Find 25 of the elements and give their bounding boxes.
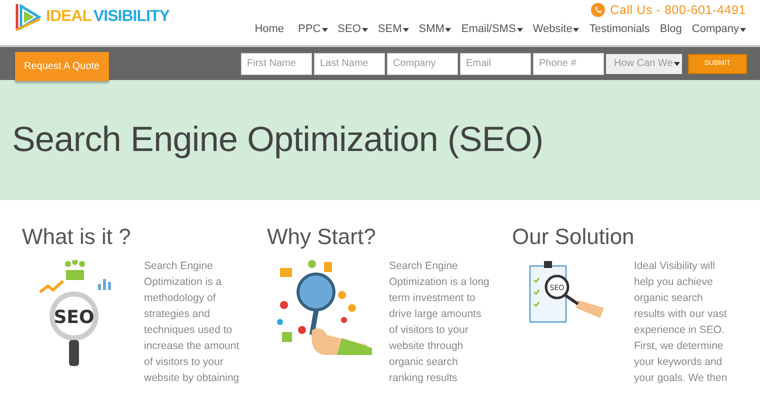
nav-link[interactable]: Home xyxy=(254,23,284,35)
nav-link[interactable]: SEO xyxy=(338,23,368,35)
section-paragraph: Search Engine Optimization is a methodology of strategies and techniques used to increase the amount of visitors to your website by obtaining xyxy=(144,259,240,386)
phone-icon xyxy=(591,3,606,17)
nav-link[interactable]: PPC xyxy=(298,23,328,35)
nav-link[interactable]: Email/SMS xyxy=(461,23,523,35)
nav-link[interactable]: SMM xyxy=(418,23,452,35)
nav-link[interactable]: Website xyxy=(532,23,580,35)
input-field[interactable]: Company xyxy=(387,52,458,74)
play-triangle-icon xyxy=(14,2,42,32)
section-paragraph: Search Engine Optimization is a long term investment to drive large amounts of visitors to your website through organic search ranking results xyxy=(389,259,490,386)
nav-link[interactable]: Company xyxy=(692,23,746,35)
input-field[interactable]: First Name xyxy=(241,52,312,74)
input-field[interactable]: Last Name xyxy=(314,52,385,74)
input-field[interactable]: Phone # xyxy=(533,52,604,74)
nav-link[interactable]: SEM xyxy=(378,23,409,35)
nav-link[interactable]: Blog xyxy=(660,23,682,35)
input-field[interactable]: Email xyxy=(460,52,531,74)
section-paragraph: Ideal Visibility will help you achieve organic search results with our vast experience in SEO. First, we determine your keywords and your goals. We then xyxy=(634,259,728,386)
seo-label: SEO xyxy=(54,307,94,328)
section-heading: Why Start? xyxy=(267,224,377,250)
section-heading: What is it ? xyxy=(22,224,132,250)
nav-link[interactable]: Testimonials xyxy=(589,23,650,35)
page-title: Search Engine Optimization (SEO) xyxy=(12,120,544,160)
section-heading: Our Solution xyxy=(512,224,636,250)
